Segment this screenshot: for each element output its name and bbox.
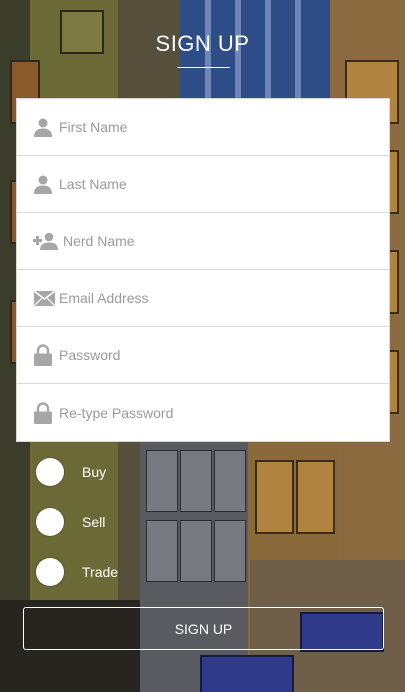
envelope-icon: [33, 288, 55, 308]
first-name-field: [17, 99, 389, 156]
lock-icon: [33, 401, 53, 424]
email-input[interactable]: [59, 270, 377, 326]
email-field: [17, 270, 389, 327]
radio-button[interactable]: [36, 508, 64, 536]
user-icon: [33, 174, 53, 194]
first-name-input[interactable]: [59, 99, 377, 155]
add-user-icon: [33, 231, 59, 251]
password-input[interactable]: [59, 327, 377, 383]
radio-button[interactable]: [36, 458, 64, 486]
lock-icon: [33, 344, 53, 366]
nerd-name-input[interactable]: [63, 213, 377, 269]
title-underline: [177, 67, 230, 68]
page-title: SIGN UP: [155, 31, 250, 56]
retype-password-field: [17, 384, 389, 441]
user-icon: [33, 117, 53, 137]
sign-up-button[interactable]: SIGN UP: [23, 607, 384, 650]
option-label: Trade: [82, 564, 119, 580]
last-name-input[interactable]: [59, 156, 377, 212]
option-sell[interactable]: Sell: [36, 508, 105, 536]
last-name-field: [17, 156, 389, 213]
signup-form: [17, 99, 389, 441]
option-label: Sell: [82, 514, 106, 530]
retype-password-input[interactable]: [59, 384, 377, 441]
radio-button[interactable]: [36, 558, 64, 586]
password-field: [17, 327, 389, 384]
option-buy[interactable]: Buy: [36, 458, 106, 486]
option-label: Buy: [82, 464, 107, 480]
nerd-name-field: [17, 213, 389, 270]
option-trade[interactable]: Trade: [36, 558, 118, 586]
